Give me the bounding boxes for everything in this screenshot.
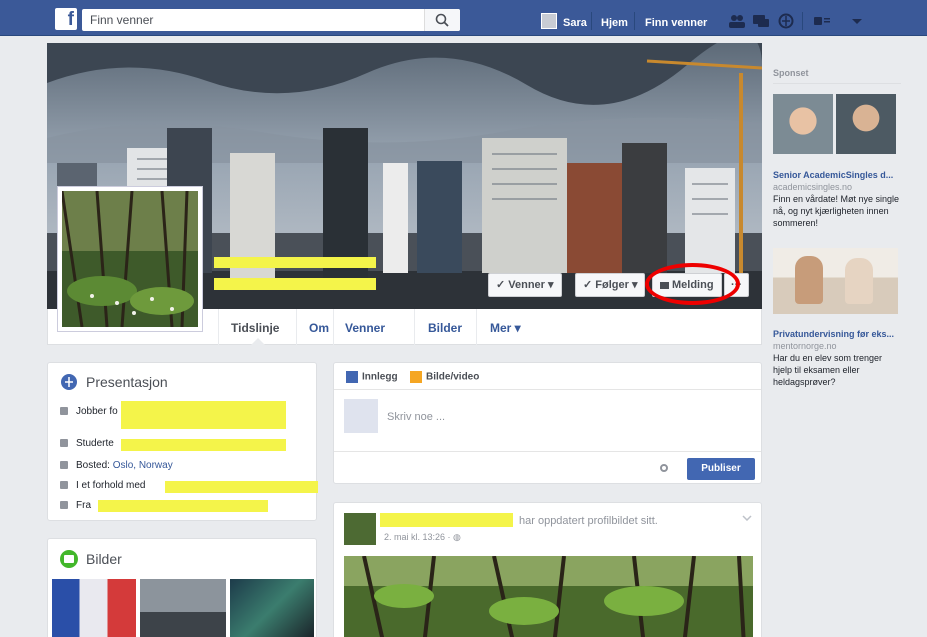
ad-description: Har du en elev som trenger hjelp til eks… bbox=[773, 353, 883, 387]
find-friends-link[interactable]: Finn venner bbox=[645, 17, 707, 29]
ad-description: Finn en vårdate! Møt nye single nå, og n… bbox=[773, 194, 900, 228]
redacted-school bbox=[121, 439, 286, 451]
active-tab-pointer-icon bbox=[251, 338, 265, 345]
tab-photos[interactable]: Bilder bbox=[428, 321, 462, 335]
tab-more[interactable]: Mer ▾ bbox=[490, 321, 521, 335]
nav-divider bbox=[634, 12, 635, 30]
sidebar-divider bbox=[773, 83, 901, 84]
photo-thumbnail[interactable] bbox=[230, 579, 314, 637]
redacted-name bbox=[214, 257, 376, 268]
composer-divider bbox=[334, 451, 761, 452]
hometown-row: Fra bbox=[60, 500, 91, 514]
intro-card: Presentasjon Jobber fo Studerte Bosted: … bbox=[47, 362, 318, 521]
redacted-work bbox=[121, 401, 286, 429]
composer-tab-post[interactable]: Innlegg bbox=[346, 371, 398, 383]
tab-friends[interactable]: Venner bbox=[345, 321, 385, 335]
house-icon bbox=[60, 461, 68, 470]
globe-icon bbox=[61, 374, 77, 390]
intro-title: Presentasjon bbox=[86, 374, 168, 390]
tab-timeline[interactable]: Tidslinje bbox=[231, 321, 279, 335]
ad-image[interactable] bbox=[773, 94, 833, 154]
relationship-row: I et forhold med bbox=[60, 480, 145, 494]
redacted-author bbox=[380, 513, 513, 527]
post-action-text: har oppdatert profilbildet sitt. bbox=[519, 515, 658, 527]
ad-image[interactable] bbox=[836, 94, 896, 154]
settings-gear-icon[interactable] bbox=[659, 463, 669, 473]
profile-forest-image bbox=[62, 191, 198, 327]
redacted-hometown bbox=[98, 500, 268, 512]
composer-tab-photo[interactable]: Bilde/video bbox=[410, 371, 479, 383]
annotation-circle bbox=[645, 263, 740, 305]
photo-video-icon bbox=[410, 371, 422, 383]
work-row: Jobber fo bbox=[60, 406, 118, 420]
post-author-avatar[interactable] bbox=[344, 513, 376, 545]
composer-avatar bbox=[344, 399, 378, 433]
search-box bbox=[82, 9, 460, 31]
location-pin-icon bbox=[60, 501, 68, 510]
privacy-shortcuts-icon[interactable] bbox=[812, 13, 840, 29]
tab-divider bbox=[476, 309, 477, 345]
graduation-cap-icon bbox=[60, 439, 68, 448]
photo-thumbnail[interactable] bbox=[52, 579, 136, 637]
sponsored-label: Sponset bbox=[773, 68, 809, 78]
following-button[interactable]: ✓ Følger ▾ bbox=[575, 273, 646, 297]
briefcase-icon bbox=[60, 407, 68, 416]
pencil-icon bbox=[346, 371, 358, 383]
friends-button[interactable]: ✓ Venner ▾ bbox=[488, 273, 562, 297]
top-navigation-bar: f Sara Hjem Finn venner bbox=[0, 0, 927, 36]
lives-in-row: Bosted: Oslo, Norway bbox=[60, 460, 173, 474]
post-forest-image[interactable] bbox=[344, 556, 753, 637]
profile-link[interactable]: Sara bbox=[563, 17, 587, 29]
photos-card: Bilder bbox=[47, 538, 317, 637]
facebook-logo[interactable]: f bbox=[55, 8, 77, 30]
ad-title[interactable]: Senior AcademicSingles d... bbox=[773, 170, 893, 180]
composer-text-input[interactable]: Skriv noe ... bbox=[387, 411, 445, 423]
ad-person-shape bbox=[795, 256, 823, 304]
tab-divider bbox=[414, 309, 415, 345]
photos-title: Bilder bbox=[86, 551, 122, 567]
search-icon bbox=[435, 13, 449, 27]
account-menu-chevron-down-icon[interactable] bbox=[848, 13, 866, 29]
ad-url[interactable]: mentornorge.no bbox=[773, 341, 837, 351]
nav-divider bbox=[591, 12, 592, 30]
photo-thumbnail[interactable] bbox=[140, 579, 226, 637]
nav-divider bbox=[802, 12, 803, 30]
ad-title[interactable]: Privatundervisning før eks... bbox=[773, 329, 894, 339]
tab-divider bbox=[333, 309, 334, 345]
photos-icon bbox=[60, 550, 78, 568]
friend-requests-icon[interactable] bbox=[728, 13, 746, 29]
notifications-globe-icon[interactable] bbox=[777, 13, 795, 29]
heart-icon bbox=[60, 481, 68, 490]
tab-about[interactable]: Om bbox=[309, 321, 329, 335]
timeline-post: har oppdatert profilbildet sitt. 2. mai … bbox=[333, 502, 762, 637]
redacted-partner bbox=[165, 481, 318, 493]
post-options-chevron-icon[interactable] bbox=[742, 515, 752, 521]
tab-divider bbox=[218, 309, 219, 345]
education-row: Studerte bbox=[60, 438, 114, 452]
home-link[interactable]: Hjem bbox=[601, 17, 628, 29]
composer-divider bbox=[334, 389, 761, 390]
ad-image[interactable] bbox=[773, 248, 898, 314]
publish-button[interactable]: Publiser bbox=[687, 458, 755, 480]
city-link[interactable]: Oslo, Norway bbox=[113, 460, 173, 471]
messages-icon[interactable] bbox=[752, 13, 770, 29]
search-button[interactable] bbox=[424, 9, 460, 31]
ad-person-shape bbox=[845, 258, 873, 304]
profile-picture[interactable] bbox=[57, 186, 203, 332]
redacted-alt-name bbox=[214, 278, 376, 290]
post-timestamp[interactable]: 2. mai kl. 13:26 · ◍ bbox=[384, 532, 461, 543]
search-input[interactable] bbox=[82, 9, 422, 31]
ad-url[interactable]: academicsingles.no bbox=[773, 182, 852, 192]
user-avatar[interactable] bbox=[541, 13, 557, 29]
tab-divider bbox=[296, 309, 297, 345]
